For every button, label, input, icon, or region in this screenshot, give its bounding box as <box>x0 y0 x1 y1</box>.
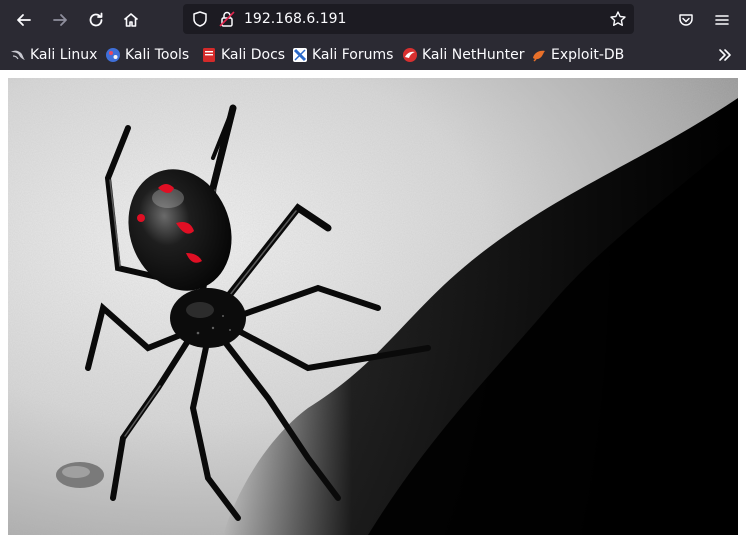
kali-dragon-icon <box>11 50 25 60</box>
star-icon[interactable] <box>609 10 627 28</box>
bookmarks-toolbar: Kali Linux Kali Tools Kali Docs Kali For… <box>0 40 746 70</box>
forward-button[interactable] <box>46 6 74 34</box>
bookmark-exploit-db[interactable]: Exploit-DB <box>531 45 624 65</box>
kali-docs-icon <box>203 48 215 62</box>
black-widow-spider-image <box>8 78 738 535</box>
home-button[interactable] <box>117 6 145 34</box>
bookmark-label: Kali Tools <box>125 47 190 63</box>
bookmark-label: Exploit-DB <box>551 47 625 63</box>
hamburger-menu-icon <box>715 15 729 25</box>
reload-icon <box>89 12 103 27</box>
bookmark-label: Kali Forums <box>312 47 394 63</box>
pocket-button[interactable] <box>672 6 700 34</box>
bookmark-kali-docs[interactable]: Kali Docs <box>201 45 285 65</box>
bookmark-kali-tools[interactable]: Kali Tools <box>105 45 189 65</box>
bookmark-label: Kali Linux <box>30 47 98 63</box>
chevron-double-right-icon[interactable] <box>716 46 734 64</box>
bookmark-label: Kali Docs <box>221 47 286 63</box>
pocket-icon <box>679 14 693 26</box>
bookmark-kali-linux[interactable]: Kali Linux <box>10 45 97 65</box>
bookmark-kali-nethunter[interactable]: Kali NetHunter <box>402 45 524 65</box>
insecure-lock-icon[interactable] <box>218 10 236 28</box>
page-content <box>0 70 746 535</box>
exploit-db-icon <box>533 50 545 62</box>
reload-button[interactable] <box>82 6 110 34</box>
kali-nethunter-icon <box>403 48 417 62</box>
arrow-right-icon <box>53 14 67 26</box>
url-text[interactable]: 192.168.6.191 <box>244 10 346 28</box>
menu-button[interactable] <box>708 6 736 34</box>
back-button[interactable] <box>10 6 38 34</box>
url-bar[interactable]: 192.168.6.191 <box>183 4 634 34</box>
bookmark-label: Kali NetHunter <box>422 47 525 63</box>
home-icon <box>123 13 139 27</box>
kali-tools-icon <box>106 48 120 62</box>
kali-forums-icon <box>293 48 307 62</box>
browser-toolbar: 192.168.6.191 <box>0 0 746 40</box>
spider-photo <box>8 78 738 535</box>
shield-icon[interactable] <box>191 10 209 28</box>
bookmark-kali-forums[interactable]: Kali Forums <box>292 45 393 65</box>
arrow-left-icon <box>17 14 31 26</box>
